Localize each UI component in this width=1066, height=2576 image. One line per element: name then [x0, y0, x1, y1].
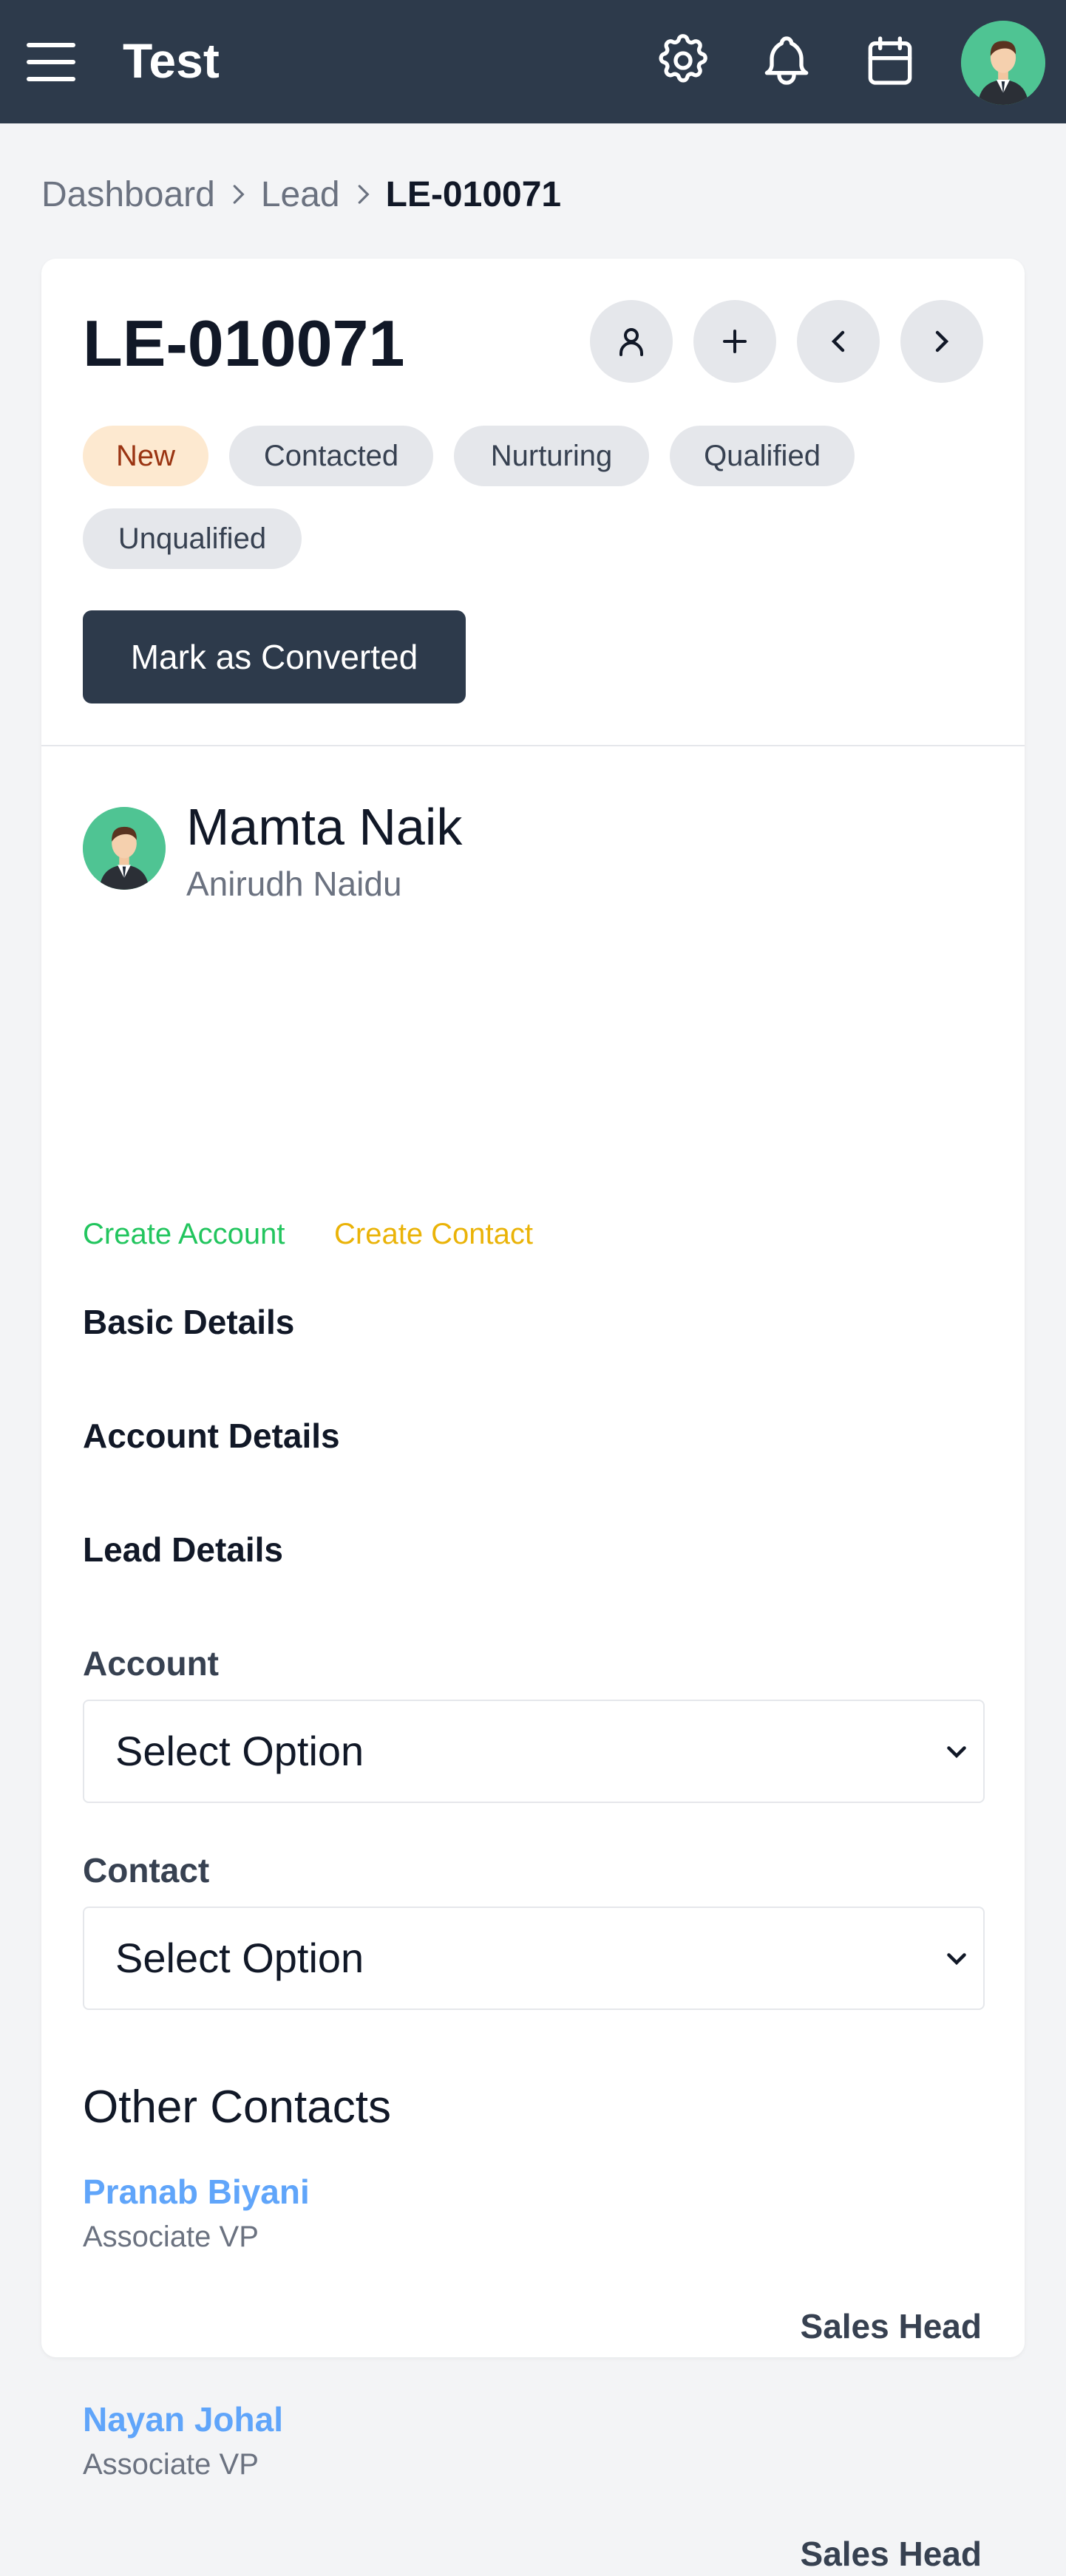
chevron-down-icon	[947, 1953, 966, 1966]
contact-department: Sales Head	[800, 2307, 982, 2345]
app-title: Test	[123, 33, 220, 88]
contact-department: Sales Head	[800, 2535, 982, 2573]
menu-icon[interactable]	[27, 41, 75, 83]
lead-card: LE-010071 New Contacted Nurturing Qualif…	[41, 259, 1025, 2573]
lead-id-title: LE-010071	[83, 307, 405, 380]
contact-link[interactable]: Pranab Biyani	[83, 2170, 310, 2214]
create-account-link[interactable]: Create Account	[83, 1213, 285, 1255]
gear-icon[interactable]	[653, 31, 713, 90]
chevron-left-icon	[831, 330, 845, 352]
status-contacted[interactable]: Contacted	[229, 426, 433, 486]
contact-link[interactable]: Nayan Johal	[83, 2397, 283, 2442]
section-lead-details[interactable]: Lead Details	[83, 1527, 283, 1572]
lead-avatar	[83, 807, 166, 890]
divider	[41, 745, 1025, 746]
lead-name: Mamta Naik	[186, 798, 463, 856]
assign-user-button[interactable]	[590, 300, 673, 383]
chevron-right-icon	[233, 185, 245, 204]
contact-label: Contact	[83, 1851, 210, 1890]
plus-icon	[723, 330, 747, 353]
account-label: Account	[83, 1644, 219, 1683]
account-select-value: Select Option	[115, 1728, 364, 1774]
top-navbar: Test	[0, 0, 1066, 123]
calendar-icon[interactable]	[860, 31, 920, 90]
add-button[interactable]	[693, 300, 776, 383]
next-button[interactable]	[900, 300, 983, 383]
breadcrumb-current: LE-010071	[385, 174, 562, 214]
contact-role: Associate VP	[83, 2448, 259, 2481]
chevron-right-icon	[935, 330, 949, 352]
lead-owner: Anirudh Naidu	[186, 865, 402, 903]
user-avatar[interactable]	[961, 21, 1045, 105]
breadcrumb-dashboard[interactable]: Dashboard	[41, 174, 215, 215]
status-new[interactable]: New	[83, 426, 208, 486]
account-select[interactable]: Select Option	[83, 1700, 985, 1803]
status-nurturing[interactable]: Nurturing	[454, 426, 649, 486]
chevron-right-icon	[358, 185, 370, 204]
status-unqualified[interactable]: Unqualified	[83, 508, 302, 569]
section-account-details[interactable]: Account Details	[83, 1414, 340, 1458]
previous-button[interactable]	[797, 300, 880, 383]
mark-as-converted-button[interactable]: Mark as Converted	[83, 610, 466, 703]
contact-select-value: Select Option	[115, 1935, 364, 1981]
contact-select[interactable]: Select Option	[83, 1907, 985, 2010]
other-contacts-title: Other Contacts	[83, 2082, 391, 2133]
breadcrumb: Dashboard Lead LE-010071	[41, 168, 561, 220]
chevron-down-icon	[947, 1746, 966, 1759]
user-icon	[619, 328, 643, 356]
section-basic-details[interactable]: Basic Details	[83, 1300, 294, 1344]
breadcrumb-lead[interactable]: Lead	[261, 174, 340, 215]
status-qualified[interactable]: Qualified	[670, 426, 855, 486]
create-contact-link[interactable]: Create Contact	[334, 1213, 533, 1255]
contact-role: Associate VP	[83, 2221, 259, 2253]
bell-icon[interactable]	[757, 31, 816, 90]
